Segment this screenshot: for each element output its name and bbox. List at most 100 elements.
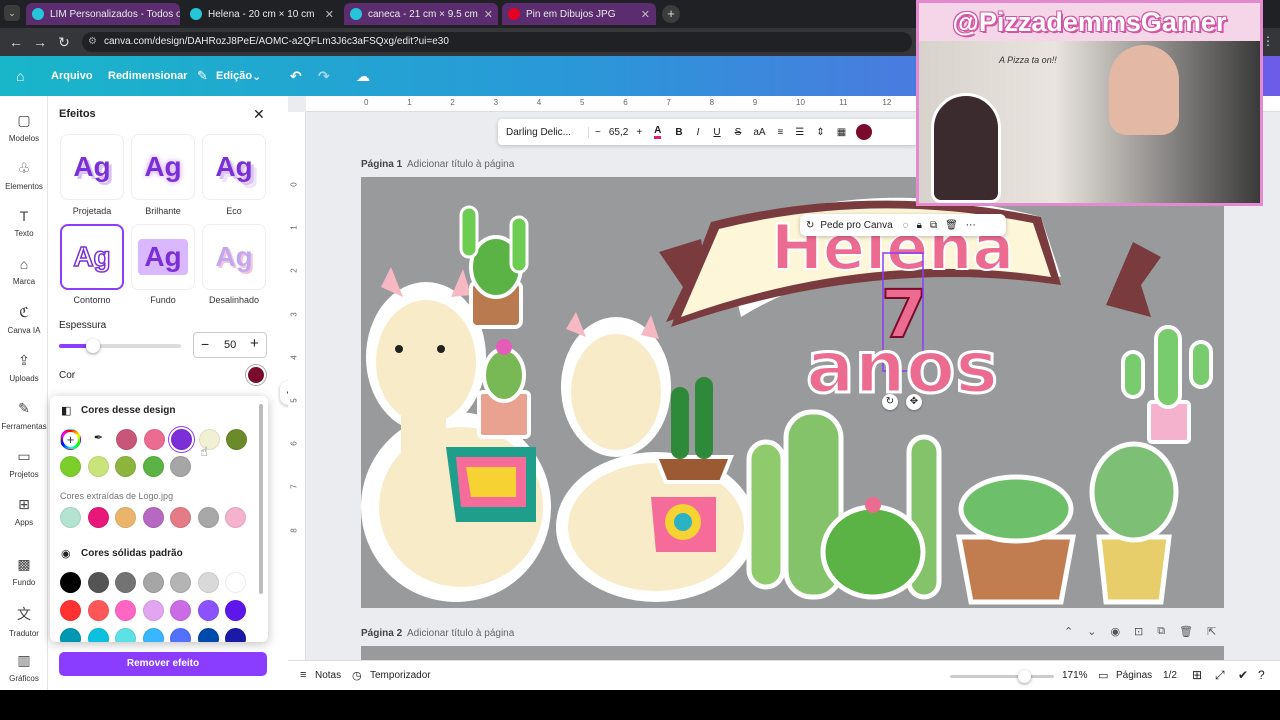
color-swatch[interactable] — [87, 600, 109, 621]
color-swatch[interactable] — [116, 429, 137, 450]
hide-icon[interactable]: ◉ — [1110, 625, 1120, 641]
color-swatch[interactable] — [143, 429, 165, 450]
timer-icon[interactable]: ◷ — [352, 669, 362, 682]
color-swatch[interactable] — [115, 572, 136, 593]
rotate-handle-icon[interactable]: ↻ — [882, 394, 898, 410]
spacing-icon[interactable]: ⇕ — [816, 127, 824, 138]
effect-brilhante[interactable]: Ag — [131, 134, 195, 200]
color-swatch[interactable] — [225, 600, 246, 621]
zoom-level[interactable]: 171% — [1062, 670, 1088, 681]
color-swatch[interactable] — [225, 572, 246, 593]
color-swatch[interactable] — [87, 507, 109, 528]
file-menu-button[interactable]: Arquivo — [51, 70, 93, 82]
color-swatch[interactable] — [142, 507, 164, 528]
duplicate-icon[interactable]: ⧉ — [1157, 625, 1165, 641]
thickness-stepper[interactable]: − 50 + — [193, 332, 267, 358]
cloud-sync-icon[interactable]: ☁ — [356, 68, 370, 85]
page1-add-title[interactable]: Adicionar título à página — [407, 159, 514, 170]
color-swatch[interactable] — [197, 572, 219, 593]
cactus-pink-pot-sticker[interactable] — [477, 339, 531, 439]
browser-tab-active[interactable]: Helena - 20 cm × 10 cm ✕ — [184, 3, 340, 25]
color-swatch[interactable] — [197, 628, 219, 642]
zoom-slider[interactable] — [950, 670, 1054, 683]
plus-icon[interactable]: + — [250, 335, 259, 352]
color-swatch[interactable] — [197, 600, 219, 621]
pages-button[interactable]: Páginas — [1116, 670, 1152, 681]
underline-icon[interactable]: U — [713, 127, 720, 138]
font-size-input[interactable]: 65,2 — [609, 127, 628, 138]
close-icon[interactable]: ✕ — [253, 106, 265, 123]
effect-projetada[interactable]: Ag — [60, 134, 124, 200]
color-swatch[interactable] — [225, 507, 246, 528]
add-page-icon[interactable]: ⇱ — [1207, 625, 1216, 641]
tab-search-icon[interactable]: ⌄ — [4, 5, 20, 21]
check-icon[interactable]: ✔ — [1238, 668, 1248, 682]
rail-item-ferramentas[interactable]: ✎ Ferramentas — [0, 400, 48, 431]
text-color-icon[interactable]: A — [654, 125, 662, 139]
effect-contorno[interactable]: Ag — [60, 224, 124, 290]
color-swatch[interactable] — [115, 628, 136, 642]
color-swatch[interactable] — [142, 572, 164, 593]
color-swatch[interactable] — [142, 600, 164, 621]
browser-tab[interactable]: Pin em Dibujos JPG ✕ — [502, 3, 656, 25]
more-icon[interactable]: ⋯ — [966, 220, 976, 231]
browser-tab[interactable]: LIM Personalizados - Todos os ✕ — [26, 3, 180, 25]
color-swatch[interactable] — [60, 572, 81, 593]
comment-icon[interactable]: ◌ — [903, 220, 909, 231]
color-swatch[interactable] — [170, 507, 191, 528]
notes-button[interactable]: Notas — [315, 670, 341, 681]
anos-text[interactable]: anos — [805, 324, 1000, 411]
color-swatch[interactable] — [170, 456, 191, 477]
rail-item-canva-ia[interactable]: ℭ Canva IA — [0, 304, 48, 335]
color-swatch[interactable] — [170, 628, 191, 642]
color-swatch[interactable] — [142, 456, 164, 477]
cactus-round-pot-sticker[interactable] — [955, 474, 1077, 605]
browser-tab[interactable]: caneca - 21 cm × 9.5 cm ✕ — [344, 3, 498, 25]
cactus-tall-group-sticker[interactable] — [746, 409, 942, 600]
add-color-button[interactable]: + — [60, 429, 81, 450]
list-icon[interactable]: ☰ — [795, 127, 804, 138]
font-family-dropdown[interactable]: Darling Delic... — [506, 127, 584, 138]
color-swatch[interactable] — [170, 572, 191, 593]
thickness-slider[interactable] — [59, 339, 181, 353]
rail-item-apps[interactable]: ⊞ Apps — [0, 496, 48, 527]
color-swatch[interactable] — [225, 628, 246, 642]
minus-icon[interactable]: − — [201, 336, 209, 352]
notes-icon[interactable]: ≡ — [300, 669, 306, 681]
eyedropper-button[interactable]: ✒ — [88, 429, 109, 450]
trash-icon[interactable]: 🗑︎ — [1179, 625, 1193, 641]
transparency-icon[interactable]: ▦ — [837, 127, 846, 138]
remove-effect-button[interactable]: Remover efeito — [59, 652, 267, 676]
help-icon[interactable]: ? — [1258, 668, 1265, 682]
pages-icon[interactable]: ▭ — [1098, 669, 1108, 682]
color-swatch[interactable] — [115, 600, 136, 621]
cactus-yellow-pot-sticker[interactable] — [1089, 441, 1179, 605]
duplicate-icon[interactable]: ⧉ — [930, 220, 937, 231]
edit-mode-button[interactable]: Edição — [216, 70, 252, 82]
rail-item-uploads[interactable]: ⇪ Uploads — [0, 352, 48, 383]
color-swatch[interactable] — [60, 628, 81, 642]
chevron-up-icon[interactable]: ⌃ — [1064, 625, 1073, 641]
lock-icon[interactable]: 🔒︎ — [917, 220, 922, 231]
forward-icon[interactable]: → — [28, 34, 52, 50]
fullscreen-icon[interactable]: ⤢ — [1215, 668, 1225, 683]
back-icon[interactable]: ← — [4, 34, 28, 50]
ask-canva-button[interactable]: Pede pro Canva — [820, 220, 892, 231]
menu-dots-icon[interactable]: ⋮ — [1262, 34, 1274, 48]
color-swatch[interactable] — [87, 456, 109, 477]
close-icon[interactable]: ✕ — [325, 8, 334, 21]
color-swatch[interactable] — [60, 456, 81, 477]
chevron-down-icon[interactable]: ⌄ — [1087, 625, 1096, 641]
strikethrough-icon[interactable]: S — [735, 127, 742, 138]
trash-icon[interactable]: 🗑︎ — [945, 220, 958, 231]
color-swatch[interactable] — [197, 507, 219, 528]
reload-icon[interactable]: ↻ — [52, 34, 76, 51]
slider-handle[interactable] — [86, 339, 100, 353]
rail-item-tradutor[interactable]: 文 Tradutor — [0, 604, 48, 638]
grid-view-icon[interactable]: ⊞ — [1192, 668, 1202, 682]
undo-icon[interactable]: ↶ — [290, 68, 302, 85]
effect-color-swatch[interactable] — [856, 124, 873, 140]
color-swatch[interactable] — [142, 628, 164, 642]
color-swatch[interactable] — [115, 507, 136, 528]
align-icon[interactable]: ≡ — [778, 127, 784, 138]
